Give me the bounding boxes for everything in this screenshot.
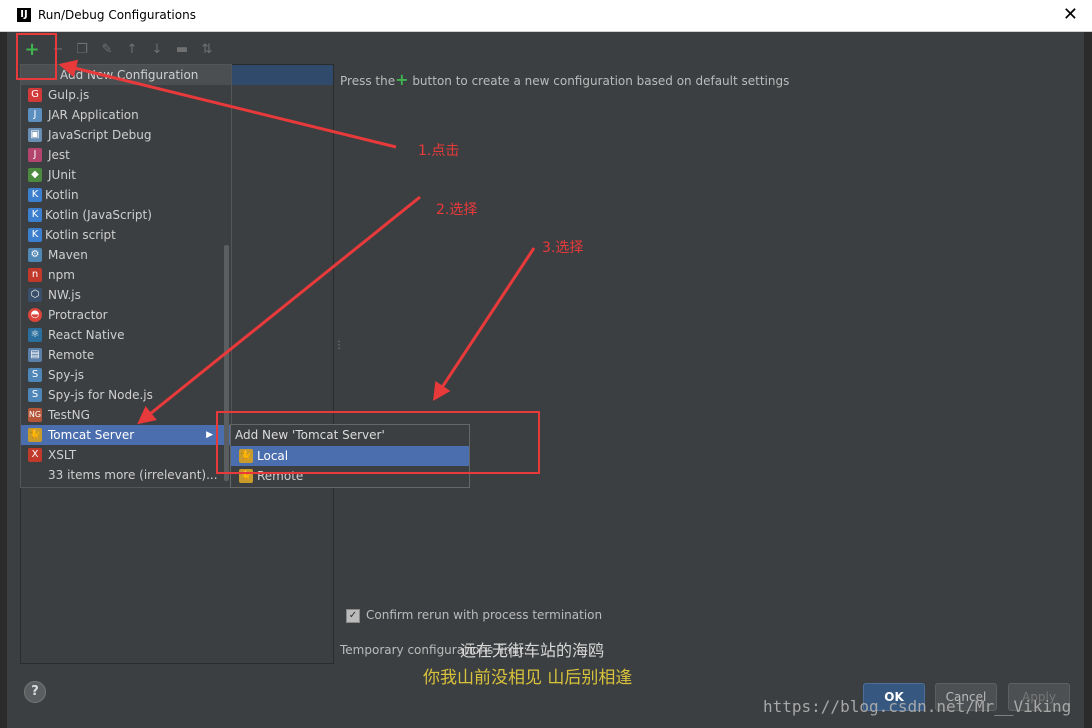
xslt-icon: X: [28, 448, 42, 462]
popup-item-label: Tomcat Server: [48, 428, 135, 442]
submenu-arrow-icon: ▶: [206, 430, 213, 440]
overlay-caption-line-1: 远在无街车站的海鸥: [460, 641, 605, 660]
popup-item-label: Kotlin script: [45, 228, 116, 242]
annotation-step-1: 1.点击: [418, 143, 460, 159]
popup-item-kotlin-script[interactable]: K Kotlin script: [21, 225, 231, 245]
annotation-box-local: [216, 411, 540, 474]
popup-item-label: React Native: [48, 328, 125, 342]
popup-item-label: Kotlin (JavaScript): [45, 208, 152, 222]
background-edge-left: [0, 32, 7, 728]
popup-item-kotlin[interactable]: K Kotlin: [21, 185, 231, 205]
window-title: Run/Debug Configurations: [38, 8, 196, 22]
sort-icon[interactable]: ⇅: [197, 38, 217, 62]
popup-item-label: Spy-js for Node.js: [48, 388, 153, 402]
annotation-box-plus: [16, 33, 57, 80]
popup-item-jest[interactable]: J Jest: [21, 145, 231, 165]
arrow-up-icon[interactable]: ↑: [122, 38, 142, 62]
popup-item-spy-js-node[interactable]: S Spy-js for Node.js: [21, 385, 231, 405]
close-window-icon[interactable]: ✕: [1063, 4, 1078, 25]
jar-icon: J: [28, 108, 42, 122]
gulp-icon: G: [28, 88, 42, 102]
popup-item-label: Spy-js: [48, 368, 85, 382]
spy-js-node-icon: S: [28, 388, 42, 402]
empty-state-hint: Press the+ button to create a new config…: [340, 70, 789, 89]
popup-item-label: JUnit: [48, 168, 76, 182]
popup-item-label: JavaScript Debug: [48, 128, 152, 142]
maven-gear-icon: ⚙: [28, 248, 42, 262]
popup-item-maven[interactable]: ⚙ Maven: [21, 245, 231, 265]
popup-item-label: JAR Application: [48, 108, 139, 122]
popup-item-gulp[interactable]: G Gulp.js: [21, 85, 231, 105]
annotation-step-2: 2.选择: [436, 202, 478, 218]
confirm-rerun-checkbox[interactable]: ✓: [346, 609, 360, 623]
add-configuration-popup: Add New Configuration G Gulp.js J JAR Appl…: [20, 64, 232, 488]
splitter-handle[interactable]: ⋮: [334, 340, 344, 351]
junit-icon: ◆: [28, 168, 42, 182]
remote-icon: ▤: [28, 348, 42, 362]
nwjs-icon: ⬡: [28, 288, 42, 302]
popup-item-label: Kotlin: [45, 188, 79, 202]
annotation-step-3: 3.选择: [542, 240, 584, 256]
popup-item-nwjs[interactable]: ⬡ NW.js: [21, 285, 231, 305]
popup-item-label: Maven: [48, 248, 88, 262]
spy-js-icon: S: [28, 368, 42, 382]
popup-item-testng[interactable]: NG TestNG: [21, 405, 231, 425]
wrench-icon[interactable]: ✎: [97, 38, 117, 62]
copy-icon[interactable]: ❐: [72, 38, 92, 62]
popup-item-tomcat-server[interactable]: 🐈 Tomcat Server ▶: [21, 425, 231, 445]
popup-item-label: Remote: [48, 348, 95, 362]
popup-item-junit[interactable]: ◆ JUnit: [21, 165, 231, 185]
kotlin-js-icon: K: [28, 208, 42, 222]
help-button[interactable]: ?: [24, 681, 46, 703]
popup-item-protractor[interactable]: ◓ Protractor: [21, 305, 231, 325]
js-debug-icon: ▣: [28, 128, 42, 142]
popup-item-label: XSLT: [48, 448, 77, 462]
title-bar: IJ Run/Debug Configurations ✕: [0, 0, 1092, 32]
confirm-rerun-label: Confirm rerun with process termination: [366, 608, 603, 622]
blog-watermark: https://blog.csdn.net/Mr__Viking: [763, 697, 1072, 716]
popup-item-label: 33 items more (irrelevant)...: [48, 468, 218, 482]
popup-item-label: Protractor: [48, 308, 108, 322]
popup-item-javascript-debug[interactable]: ▣ JavaScript Debug: [21, 125, 231, 145]
popup-item-npm[interactable]: n npm: [21, 265, 231, 285]
popup-item-label: Gulp.js: [48, 88, 90, 102]
jest-icon: J: [28, 148, 42, 162]
popup-item-label: NW.js: [48, 288, 81, 302]
hint-prefix: Press the: [340, 74, 396, 88]
kotlin-icon: K: [28, 188, 42, 202]
kotlin-script-icon: K: [28, 228, 42, 242]
popup-item-label: Jest: [48, 148, 70, 162]
tree-selection-strip: [231, 65, 333, 85]
background-edge-right: [1084, 32, 1092, 728]
configurations-toolbar: + − ❐ ✎ ↑ ↓ ▬ ⇅: [18, 38, 338, 62]
popup-item-label: TestNG: [48, 408, 90, 422]
tomcat-icon: 🐈: [28, 428, 42, 442]
hint-suffix: button to create a new configuration bas…: [408, 74, 790, 88]
arrow-down-icon[interactable]: ↓: [147, 38, 167, 62]
overlay-caption-line-2: 你我山前没相见 山后别相逢: [423, 668, 633, 688]
popup-item-remote[interactable]: ▤ Remote: [21, 345, 231, 365]
plus-icon-inline: +: [395, 70, 409, 89]
intellij-app-icon: IJ: [17, 8, 31, 22]
testng-icon: NG: [28, 408, 42, 422]
popup-item-more-items[interactable]: 33 items more (irrelevant)...: [21, 465, 231, 485]
popup-item-react-native[interactable]: ⚛ React Native: [21, 325, 231, 345]
protractor-icon: ◓: [28, 308, 42, 322]
popup-item-label: npm: [48, 268, 75, 282]
popup-item-xslt[interactable]: X XSLT: [21, 445, 231, 465]
react-icon: ⚛: [28, 328, 42, 342]
popup-item-spy-js[interactable]: S Spy-js: [21, 365, 231, 385]
popup-item-kotlin-javascript[interactable]: K Kotlin (JavaScript): [21, 205, 231, 225]
popup-item-jar-application[interactable]: J JAR Application: [21, 105, 231, 125]
folder-icon[interactable]: ▬: [172, 38, 192, 62]
npm-icon: n: [28, 268, 42, 282]
arrow-to-local: [433, 247, 536, 402]
